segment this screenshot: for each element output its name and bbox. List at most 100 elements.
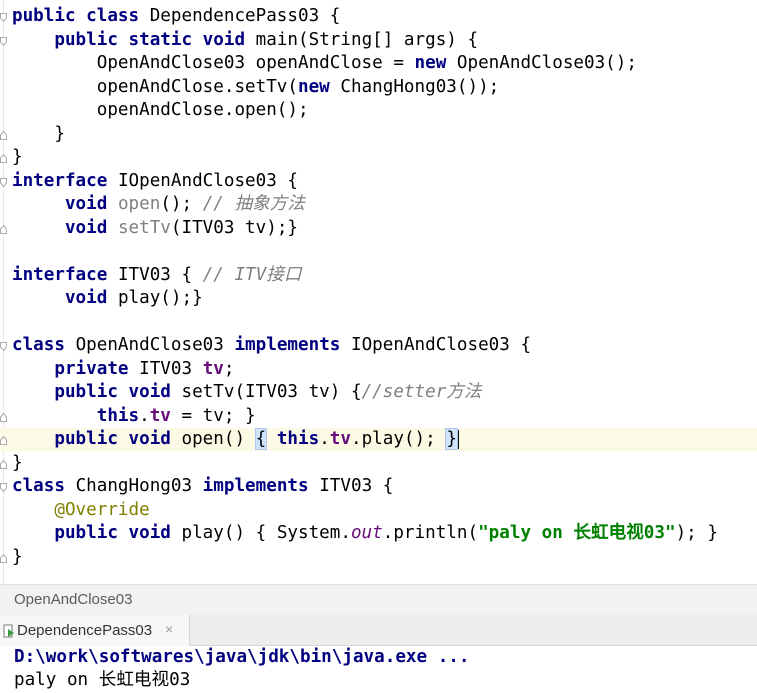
code-token: tv [149,405,171,426]
code-line[interactable]: } [12,146,23,169]
code-token: ITV03 [139,358,203,379]
code-token: DependencePass03 { [149,6,341,26]
code-token: ChangHong03 [75,476,203,496]
code-line[interactable]: interface ITV03 { // ITV接口 [12,264,301,287]
code-token: open [117,194,161,214]
code-token: // ITV接口 [202,264,302,285]
code-token: (ITV03 tv);} [170,217,299,238]
code-line[interactable]: openAndClose.open(); [12,99,309,122]
code-line[interactable]: @Override [12,499,150,522]
breadcrumb-item[interactable]: OpenAndClose03 [14,591,132,608]
code-token: new [414,53,457,73]
code-token: out [350,523,383,543]
code-line[interactable]: private ITV03 tv; [12,358,234,381]
code-token: void [64,217,118,238]
breadcrumb[interactable]: OpenAndClose03 [0,584,757,615]
code-line[interactable]: void open(); // 抽象方法 [12,193,305,216]
code-line[interactable]: class OpenAndClose03 implements IOpenAnd… [12,334,531,357]
code-token: new [298,76,341,97]
code-token: tv [202,358,224,379]
code-editor[interactable]: public class DependencePass03 { public s… [0,0,757,584]
code-token: tv [329,429,351,449]
code-token: @Override [54,499,150,520]
code-token: { [254,428,268,450]
run-tab-label: DependencePass03 [17,622,153,639]
fold-marker-icon[interactable] [0,459,7,469]
close-icon[interactable]: × [165,621,173,637]
code-token: this [96,405,140,426]
code-token: play();} [117,288,203,308]
code-token: OpenAndClose03 openAndClose = [12,53,415,73]
fold-marker-icon[interactable] [0,177,7,187]
fold-marker-icon[interactable] [0,342,7,351]
code-token: ChangHong03()); [340,76,500,97]
run-console[interactable]: D:\work\softwares\java\jdk\bin\java.exe … [0,646,757,693]
code-token: //setter方法 [361,382,482,402]
console-output-line: paly on 长虹电视03 [14,670,191,690]
code-token: } [12,147,23,167]
code-token: (); [160,194,203,214]
code-line[interactable]: } [12,546,23,569]
code-line[interactable]: OpenAndClose03 openAndClose = new OpenAn… [12,52,637,75]
code-token: IOpenAndClose03 { [350,335,532,355]
fold-marker-icon[interactable] [0,130,7,140]
code-token: OpenAndClose03(); [456,53,637,73]
code-line[interactable]: void play();} [12,287,203,310]
fold-marker-icon[interactable] [0,224,7,234]
code-token: setTv(ITV03 tv) { [181,382,362,402]
code-line[interactable]: } [12,452,23,475]
code-line-current[interactable]: public void open() { this.tv.play(); } [0,428,757,451]
code-token: OpenAndClose03 [75,335,235,355]
code-token: IOpenAndClose03 { [117,170,299,191]
code-token: . [139,405,150,426]
code-token: play() { System. [181,523,351,543]
code-token: } [12,123,65,144]
code-line[interactable]: public void setTv(ITV03 tv) {//setter方法 [12,381,482,404]
code-line[interactable]: class ChangHong03 implements ITV03 { [12,475,393,498]
code-token: class [12,476,76,496]
code-token: ITV03 { [319,476,394,496]
code-token: interface [12,170,118,191]
code-token: void [64,288,118,308]
code-token: .play(); [350,429,447,449]
code-token: // 抽象方法 [202,194,305,214]
code-token: public void [54,429,182,449]
fold-marker-icon[interactable] [0,13,7,22]
code-token: openAndClose.open(); [12,100,309,120]
code-token: interface [12,264,118,285]
code-token: class [12,335,76,355]
run-config-icon [3,623,15,642]
code-token: } [445,428,458,450]
run-tab-dependencepass03[interactable]: DependencePass03 × [0,615,190,646]
code-line[interactable]: openAndClose.setTv(new ChangHong03()); [12,76,500,99]
code-token: ); } [675,523,718,543]
code-line[interactable]: } [12,123,65,146]
code-line[interactable]: public void play() { System.out.println(… [12,522,718,545]
code-line[interactable]: void setTv(ITV03 tv);} [12,217,298,240]
code-token: . [319,429,330,449]
code-line[interactable]: this.tv = tv; } [12,405,256,428]
code-line[interactable]: public class DependencePass03 { [12,5,340,28]
fold-marker-icon[interactable] [0,553,7,563]
code-token: .println( [382,523,479,543]
fold-marker-icon[interactable] [0,154,7,163]
code-token: implements [234,335,351,355]
code-line[interactable]: public static void main(String[] args) { [12,29,478,52]
code-line[interactable]: interface IOpenAndClose03 { [12,170,298,193]
text-caret [456,429,459,449]
fold-marker-icon[interactable] [0,412,7,422]
fold-marker-icon[interactable] [0,436,7,445]
code-token: void [64,194,118,214]
code-token: public static void [54,29,256,50]
fold-marker-icon[interactable] [0,483,7,492]
fold-marker-icon[interactable] [0,36,7,46]
